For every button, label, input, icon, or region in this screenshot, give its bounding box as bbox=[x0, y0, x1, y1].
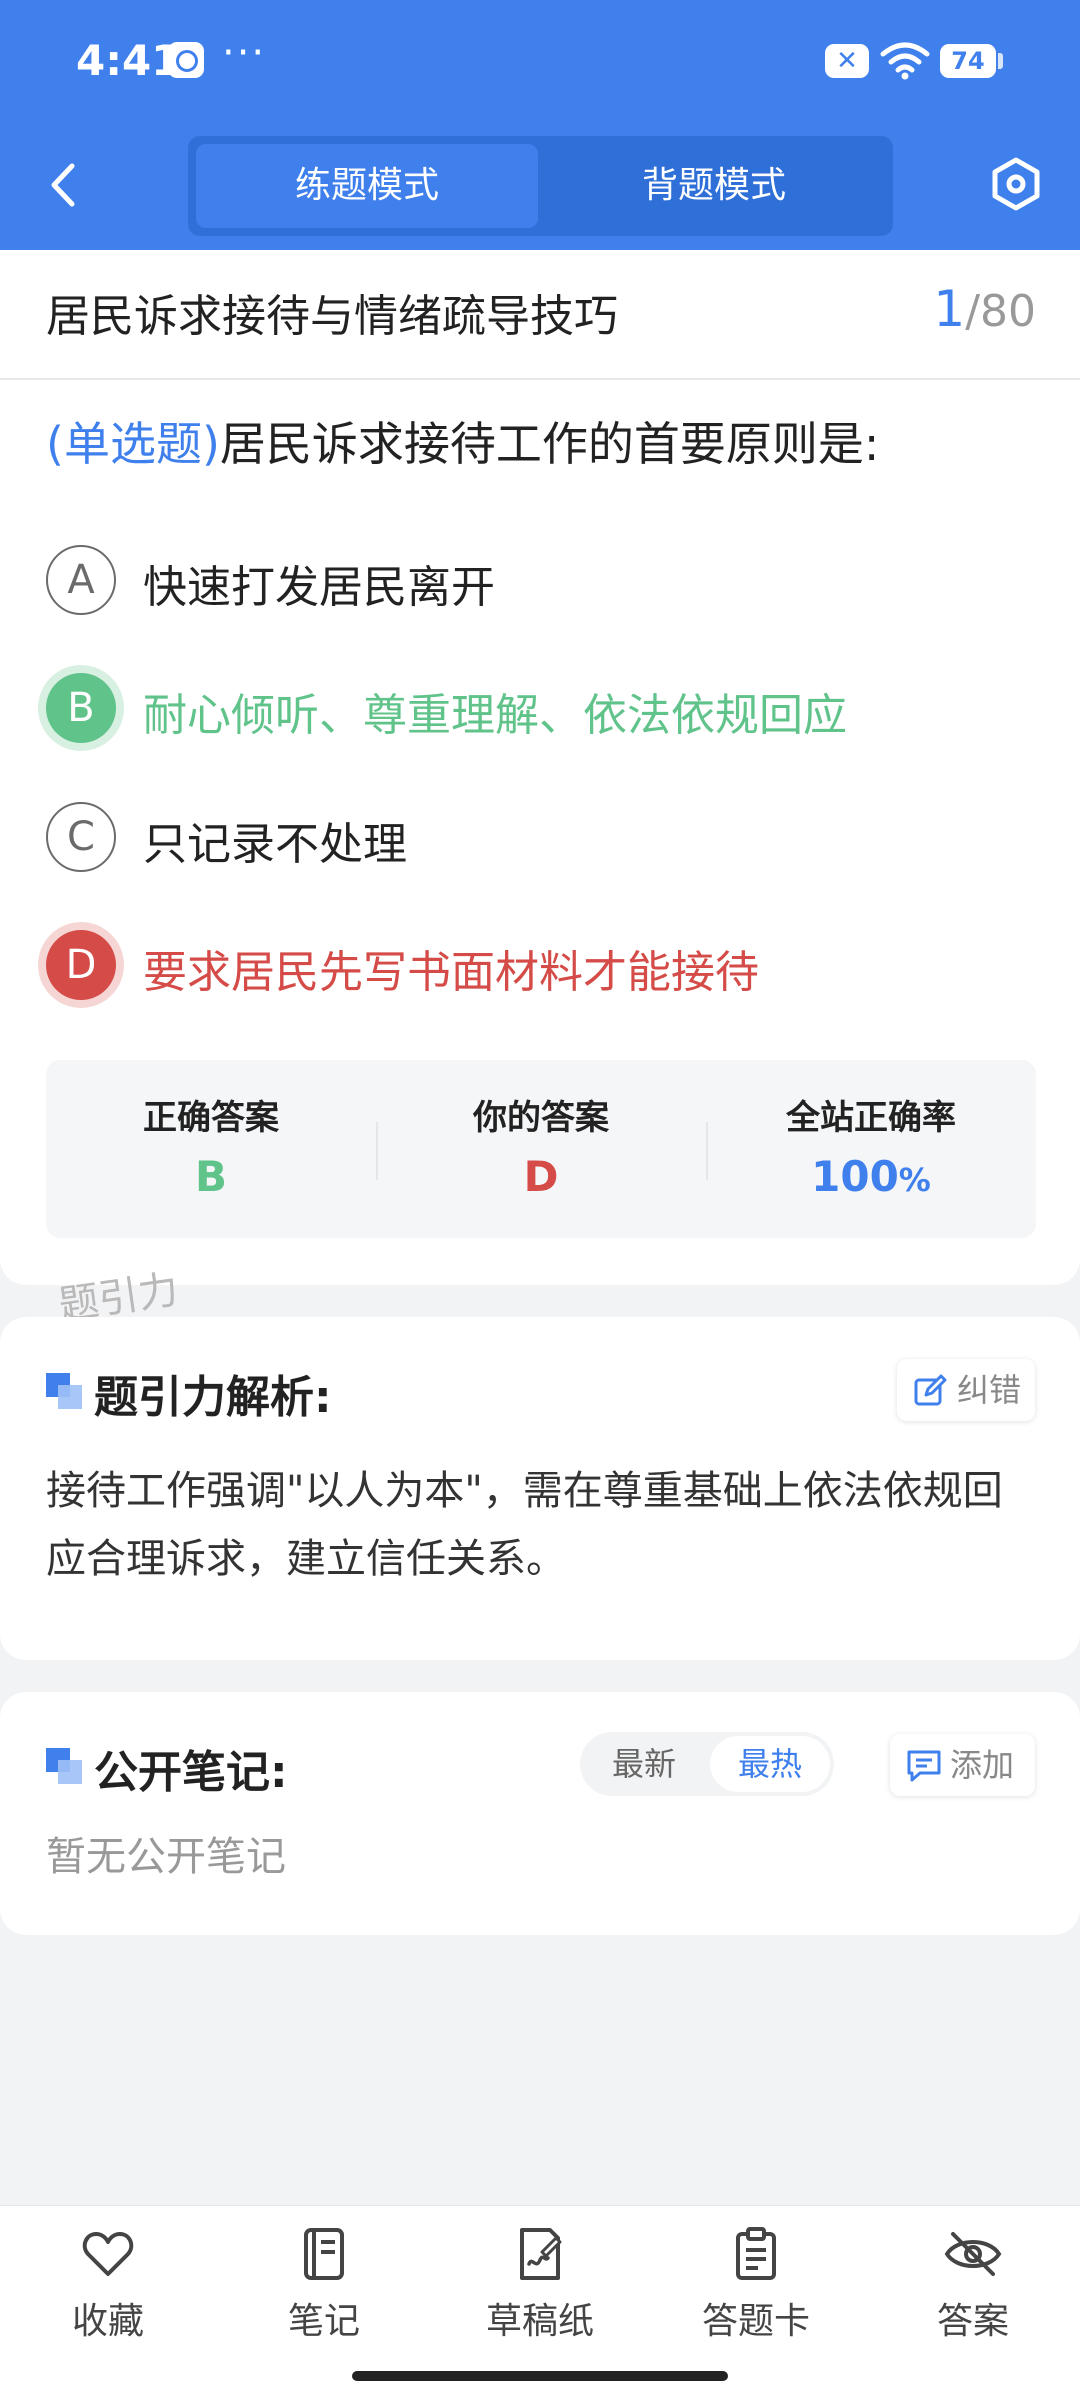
section-squares-icon bbox=[46, 1748, 82, 1784]
option-text: 快速打发居民离开 bbox=[143, 562, 495, 613]
eye-off-icon bbox=[944, 2232, 1002, 2276]
option-text: 耐心倾听、尊重理解、依法依规回应 bbox=[143, 690, 847, 741]
your-answer-value: D bbox=[523, 1152, 559, 1201]
analysis-title: 题引力解析: bbox=[94, 1372, 332, 1423]
tab-practice-mode[interactable]: 练题模式 bbox=[196, 144, 538, 228]
question-text: 居民诉求接待工作的首要原则是: bbox=[219, 417, 880, 471]
back-arrow-icon[interactable] bbox=[44, 160, 84, 210]
divider bbox=[0, 378, 1080, 380]
accuracy-label: 全站正确率 bbox=[786, 1098, 956, 1138]
battery-icon: 74 bbox=[940, 44, 996, 78]
nav-scratch-paper-label: 草稿纸 bbox=[485, 2301, 594, 2342]
notes-sort-toggle: 最新 最热 bbox=[580, 1732, 834, 1796]
accuracy-value: 100% bbox=[706, 1152, 1036, 1201]
public-notes-card: 公开笔记: 最新 最热 添加 暂无公开笔记 bbox=[0, 1692, 1080, 1935]
option-b[interactable]: B 耐心倾听、尊重理解、依法依规回应 bbox=[46, 671, 1046, 751]
status-time: 4:41 bbox=[76, 36, 181, 85]
chapter-title: 居民诉求接待与情绪疏导技巧 bbox=[46, 291, 618, 342]
mode-switch: 练题模式 背题模式 bbox=[188, 136, 893, 236]
analysis-text: 接待工作强调"以人为本"，需在尊重基础上依法依规回应合理诉求，建立信任关系。 bbox=[46, 1468, 1003, 1582]
nav-answer-toggle[interactable]: 答案 bbox=[903, 2226, 1043, 2346]
app-header: 4:41 ··· ✕ 74 练题模式 背题模式 bbox=[0, 0, 1080, 250]
nav-answer-card[interactable]: 答题卡 bbox=[686, 2226, 826, 2346]
heart-icon bbox=[82, 2232, 134, 2276]
nav-answer-card-label: 答题卡 bbox=[701, 2301, 810, 2342]
empty-notes-text: 暂无公开笔记 bbox=[46, 1834, 286, 1880]
option-text: 只记录不处理 bbox=[143, 819, 407, 870]
add-note-label: 添加 bbox=[950, 1746, 1015, 1784]
correct-answer-label: 正确答案 bbox=[143, 1098, 279, 1138]
wifi-icon bbox=[880, 42, 930, 80]
report-error-button[interactable]: 纠错 bbox=[897, 1359, 1035, 1421]
option-letter: B bbox=[46, 673, 116, 743]
nav-scratch-paper[interactable]: 草稿纸 bbox=[470, 2226, 610, 2346]
option-letter: A bbox=[46, 545, 116, 615]
accuracy-unit: % bbox=[898, 1161, 931, 1199]
sort-hottest[interactable]: 最热 bbox=[710, 1736, 830, 1792]
sort-newest[interactable]: 最新 bbox=[584, 1736, 704, 1792]
app-notification-icon bbox=[168, 42, 204, 78]
accuracy-column: 全站正确率 100% bbox=[706, 1060, 1036, 1238]
home-indicator[interactable] bbox=[352, 2371, 728, 2381]
scratch-paper-icon bbox=[520, 2228, 562, 2280]
more-notifications-icon: ··· bbox=[222, 30, 267, 76]
nav-notes[interactable]: 笔记 bbox=[254, 2226, 394, 2346]
tab-memorize-mode[interactable]: 背题模式 bbox=[543, 144, 885, 228]
no-sim-icon: ✕ bbox=[825, 44, 869, 78]
section-squares-icon bbox=[46, 1373, 82, 1409]
option-a[interactable]: A 快速打发居民离开 bbox=[46, 543, 1046, 623]
correct-answer-value: B bbox=[194, 1152, 227, 1201]
notebook-icon bbox=[304, 2228, 344, 2280]
your-answer-label: 你的答案 bbox=[473, 1098, 609, 1138]
option-c[interactable]: C 只记录不处理 bbox=[46, 800, 1046, 880]
edit-icon bbox=[914, 1374, 947, 1406]
question-stem: (单选题)居民诉求接待工作的首要原则是: bbox=[46, 408, 1046, 474]
current-question-number: 1 bbox=[933, 280, 966, 338]
nav-favorite-label: 收藏 bbox=[71, 2301, 144, 2342]
status-bar: 4:41 ··· ✕ 74 bbox=[0, 0, 1080, 125]
option-letter: C bbox=[46, 802, 116, 872]
comment-icon bbox=[907, 1750, 941, 1782]
add-note-button[interactable]: 添加 bbox=[890, 1734, 1035, 1796]
option-d[interactable]: D 要求居民先写书面材料才能接待 bbox=[46, 928, 1046, 1008]
question-card: 居民诉求接待与情绪疏导技巧 1/80 (单选题)居民诉求接待工作的首要原则是: … bbox=[0, 250, 1080, 1285]
question-counter: 1/80 bbox=[933, 280, 1036, 338]
option-letter: D bbox=[46, 930, 116, 1000]
settings-hexagon-icon[interactable] bbox=[988, 156, 1044, 212]
nav-answer-label: 答案 bbox=[936, 2301, 1009, 2342]
total-questions: /80 bbox=[965, 286, 1036, 337]
accuracy-number: 100 bbox=[811, 1152, 899, 1201]
question-type-label: (单选题) bbox=[46, 417, 220, 471]
nav-notes-label: 笔记 bbox=[287, 2301, 360, 2342]
your-answer-column: 你的答案 D bbox=[376, 1060, 706, 1238]
report-error-label: 纠错 bbox=[957, 1371, 1022, 1409]
clipboard-icon bbox=[736, 2227, 776, 2280]
battery-tip bbox=[998, 53, 1003, 69]
notes-title: 公开笔记: bbox=[94, 1747, 288, 1798]
answer-summary: 正确答案 B 你的答案 D 全站正确率 100% bbox=[46, 1060, 1036, 1238]
nav-favorite[interactable]: 收藏 bbox=[38, 2226, 178, 2346]
correct-answer-column: 正确答案 B bbox=[46, 1060, 376, 1238]
option-text: 要求居民先写书面材料才能接待 bbox=[143, 947, 759, 998]
analysis-card: 题引力解析: 纠错 接待工作强调"以人为本"，需在尊重基础上依法依规回应合理诉求… bbox=[0, 1317, 1080, 1660]
